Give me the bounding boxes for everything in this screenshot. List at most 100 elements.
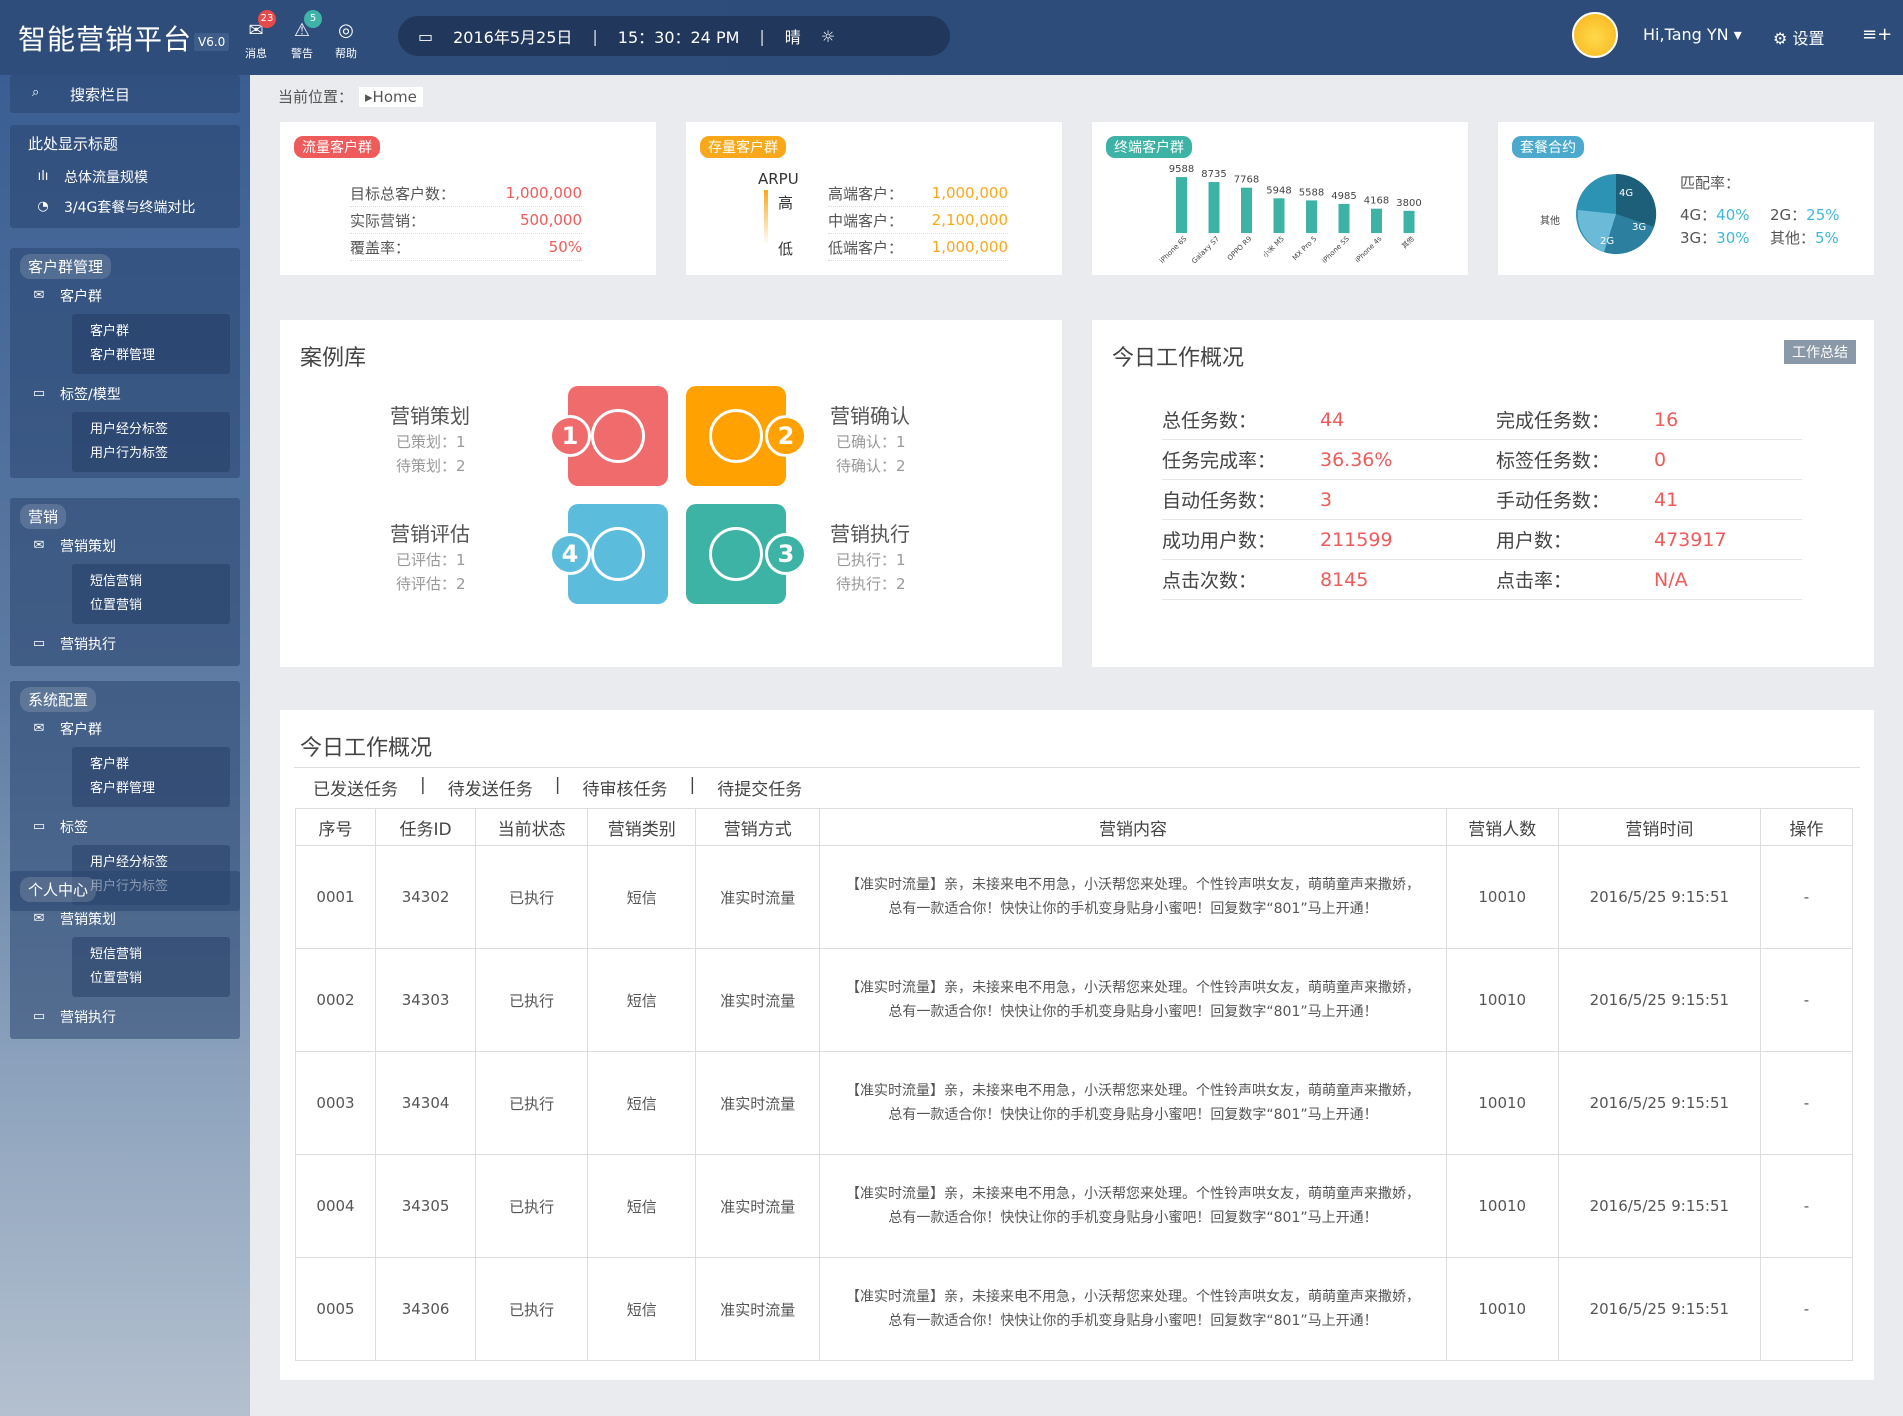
today-panel: 今日工作概况 工作总结 总任务数： 44 完成任务数： 16 任务完成率： 36.36% 标… xyxy=(1092,320,1874,667)
step-info: 已执行：1 待执行：2 xyxy=(836,548,906,596)
weather-text: 晴 xyxy=(784,28,801,47)
submenu-item[interactable]: 客户群 xyxy=(90,320,230,344)
bar-value-label: 8735 xyxy=(1201,169,1226,180)
sidebar-item[interactable]: ▭ 营销执行 xyxy=(30,1007,116,1027)
table-header-row: 序号 任务ID 当前状态 营销类别 营销方式 营销内容 营销人数 营销时间 操作 xyxy=(294,808,1854,846)
stat-value: 3 xyxy=(1320,488,1333,511)
user-menu[interactable]: Hi,Tang YN ▾ xyxy=(1643,25,1742,44)
stat-value: N/A xyxy=(1654,568,1688,591)
sidebar-submenu: 客户群 客户群管理 xyxy=(72,314,230,374)
submenu-item[interactable]: 客户群 xyxy=(90,753,230,777)
stat-value: 16 xyxy=(1654,408,1679,431)
sidebar-item[interactable]: ✉ 营销策划 xyxy=(30,536,116,556)
stat-row: 用户数： 473917 xyxy=(1496,520,1802,560)
task-panel-title: 今日工作概况 xyxy=(300,736,433,761)
table-row[interactable]: 0003 34304 已执行 短信 准实时流量 【准实时流量】亲，未接来电不用急，小沃帮您… xyxy=(294,1051,1854,1155)
task-tab[interactable]: 已发送任务 xyxy=(313,775,398,800)
monitor-icon xyxy=(591,409,645,463)
task-tab[interactable]: 待发送任务 xyxy=(448,775,533,800)
warning-button[interactable]: ⚠ 5 警告 xyxy=(280,10,324,61)
badge-count: 23 xyxy=(258,10,276,28)
flow-tag: 流量客户群 xyxy=(294,136,380,158)
help-button[interactable]: ◎ 帮助 xyxy=(324,20,368,61)
bar xyxy=(1208,182,1220,233)
sidebar-submenu: 用户经分标签用户行为标签 xyxy=(72,412,230,472)
section-title: 个人中心 xyxy=(20,877,97,902)
table-cell[interactable]: - xyxy=(1759,1051,1854,1155)
plan-item-key: 2G： xyxy=(1770,206,1807,224)
submenu-item[interactable]: 用户经分标签 xyxy=(90,418,230,442)
window-icon: ▭ xyxy=(32,819,46,834)
tab-divider: | xyxy=(420,775,426,795)
column-header: 当前状态 xyxy=(475,808,589,846)
sidebar-item[interactable]: ✉ 客户群 xyxy=(30,286,102,306)
task-tabs: 已发送任务 | 待发送任务 | 待审核任务 | 待提交任务 xyxy=(313,775,802,800)
breadcrumb-home[interactable]: ▸Home xyxy=(359,87,423,107)
kv-value: 500,000 xyxy=(519,211,582,229)
table-row[interactable]: 0005 34306 已执行 短信 准实时流量 【准实时流量】亲，未接来电不用急，小沃帮您… xyxy=(294,1257,1854,1361)
step-pending: 待评估：2 xyxy=(396,575,466,593)
submenu-item[interactable]: 位置营销 xyxy=(90,594,230,618)
kv-row: 高端客户： 1,000,000 xyxy=(828,180,1008,207)
table-cell: 10010 xyxy=(1445,1257,1559,1361)
kv-key: 实际营销： xyxy=(350,211,426,230)
step-title: 营销执行 xyxy=(830,522,910,546)
submenu-item[interactable]: 位置营销 xyxy=(90,967,230,991)
time-text: 15：30：24 PM xyxy=(617,28,740,47)
terminal-bar-chart: 9588 iPhone 6S 8735 Galaxy S7 7768 OPPO R9 594… xyxy=(1158,164,1422,266)
sidebar-item-traffic[interactable]: ılı 总体流量规模 xyxy=(34,167,148,187)
arpu-high: 高 xyxy=(778,194,794,212)
table-cell: 2016/5/25 9:15:51 xyxy=(1557,845,1761,949)
sidebar-item[interactable]: ▭ 营销执行 xyxy=(30,634,116,654)
sidebar-item[interactable]: ▭ 标签 xyxy=(30,817,88,837)
sidebar-display-box: 此处显示标题 ılı 总体流量规模 ◔ 3/4G套餐与终端对比 xyxy=(10,125,240,228)
column-header: 营销人数 xyxy=(1445,808,1559,846)
table-cell[interactable]: - xyxy=(1759,845,1854,949)
submenu-item[interactable]: 客户群管理 xyxy=(90,344,230,368)
case-library-panel: 案例库 1 营销策划 已策划：1 待策划：2 2 营销确认 已确认：1 待确认：2 3 营销执行已… xyxy=(280,320,1062,667)
column-header: 序号 xyxy=(294,808,377,846)
task-tab[interactable]: 待提交任务 xyxy=(717,775,802,800)
table-row[interactable]: 0004 34305 已执行 短信 准实时流量 【准实时流量】亲，未接来电不用急，小沃帮您… xyxy=(294,1154,1854,1258)
table-row[interactable]: 0002 34303 已执行 短信 准实时流量 【准实时流量】亲，未接来电不用急，小沃帮您… xyxy=(294,948,1854,1052)
settings-button[interactable]: ⚙ 设置 xyxy=(1773,25,1824,49)
sidebar-item-compare[interactable]: ◔ 3/4G套餐与终端对比 xyxy=(34,197,195,217)
kv-value: 1,000,000 xyxy=(505,184,582,202)
table-cell[interactable]: - xyxy=(1759,948,1854,1052)
sidebar-item-label: 营销策划 xyxy=(60,912,116,928)
table-cell: 34306 xyxy=(375,1257,477,1361)
avatar[interactable] xyxy=(1572,12,1618,58)
step-done: 已执行：1 xyxy=(836,551,906,569)
settings-label: 设置 xyxy=(1792,29,1825,48)
bar xyxy=(1176,177,1187,233)
plan-card: 套餐合约 4G 3G 2G 其他 匹配率： 4G：40% 2G：25% 3G：30%… xyxy=(1498,122,1874,275)
sidebar-item[interactable]: ▭ 标签/模型 xyxy=(30,384,121,404)
sun-icon: ☼ xyxy=(820,26,836,46)
search-icon: ⌕ xyxy=(32,85,40,100)
submenu-item[interactable]: 客户群管理 xyxy=(90,777,230,801)
task-tab[interactable]: 待审核任务 xyxy=(582,775,667,800)
table-cell: 准实时流量 xyxy=(695,845,821,949)
bar-value-label: 7768 xyxy=(1234,175,1259,186)
stock-card: 存量客户群 ARPU 高 低 高端客户： 1,000,000 中端客户： 2,100,… xyxy=(686,122,1062,275)
sidebar-item-label: 标签/模型 xyxy=(60,387,121,403)
stat-row: 总任务数： 44 xyxy=(1162,400,1496,440)
submenu-item[interactable]: 短信营销 xyxy=(90,943,230,967)
menu-icon[interactable]: ≡+ xyxy=(1862,24,1892,45)
message-button[interactable]: ✉ 23 消息 xyxy=(234,10,278,61)
plan-item-key: 4G： xyxy=(1680,206,1717,224)
bar-category-label: Galaxy S7 xyxy=(1190,235,1221,266)
table-cell[interactable]: - xyxy=(1759,1154,1854,1258)
sidebar-search[interactable]: ⌕ 搜索栏目 xyxy=(10,75,240,113)
bar xyxy=(1338,203,1350,233)
table-row[interactable]: 0001 34302 已执行 短信 准实时流量 【准实时流量】亲，未接来电不用急，小沃帮您… xyxy=(294,845,1854,949)
sidebar-item[interactable]: ✉ 营销策划 xyxy=(30,909,116,929)
plan-item-value: 25% xyxy=(1806,206,1840,224)
plan-tag: 套餐合约 xyxy=(1512,136,1584,158)
submenu-item[interactable]: 用户行为标签 xyxy=(90,442,230,466)
submenu-item[interactable]: 短信营销 xyxy=(90,570,230,594)
table-cell[interactable]: - xyxy=(1759,1257,1854,1361)
table-cell: 10010 xyxy=(1445,1154,1559,1258)
work-summary-button[interactable]: 工作总结 xyxy=(1784,340,1856,364)
sidebar-item[interactable]: ✉ 客户群 xyxy=(30,719,102,739)
